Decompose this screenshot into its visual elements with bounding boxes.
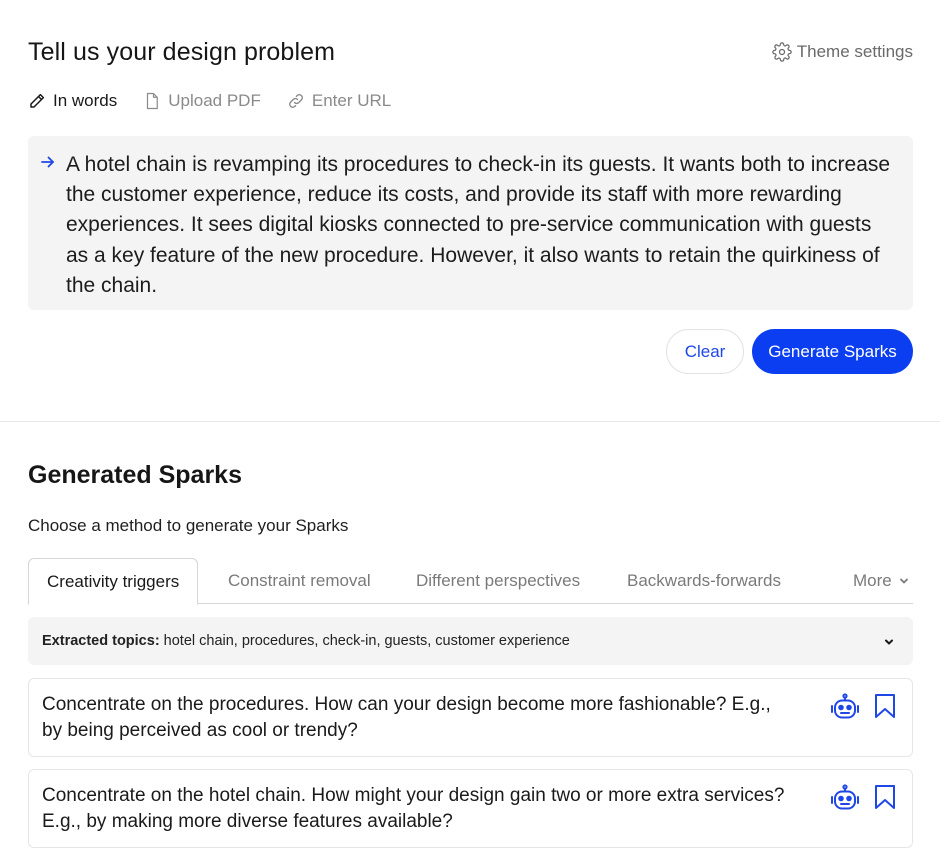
spark-text: Concentrate on the hotel chain. How migh… [42, 785, 785, 832]
topics-value: hotel chain, procedures, check-in, guest… [163, 633, 570, 649]
sparks-subtitle: Choose a method to generate your Sparks [28, 516, 349, 535]
clear-button[interactable]: Clear [666, 329, 744, 374]
extracted-topics-bar[interactable]: Extracted topics: hotel chain, procedure… [28, 617, 913, 665]
tab-label: Constraint removal [228, 571, 371, 590]
problem-text: A hotel chain is revamping its procedure… [66, 153, 891, 297]
sparks-title: Generated Sparks [28, 461, 242, 489]
problem-text-area[interactable]: A hotel chain is revamping its procedure… [28, 136, 913, 310]
gear-icon [772, 42, 792, 62]
pencil-icon [30, 93, 45, 108]
arrow-right-icon [41, 156, 54, 168]
topics-label: Extracted topics: [42, 633, 160, 649]
mode-in-words[interactable]: In words [28, 91, 117, 111]
tab-different-perspectives[interactable]: Different perspectives [416, 558, 580, 604]
mode-label: Upload PDF [168, 91, 261, 110]
document-icon [147, 92, 159, 110]
section-divider [0, 421, 940, 422]
bookmark-icon[interactable] [873, 693, 897, 719]
mode-label: Enter URL [311, 91, 392, 110]
tab-more[interactable]: More [853, 558, 910, 604]
mode-label: In words [53, 91, 118, 110]
mode-enter-url[interactable]: Enter URL [287, 91, 391, 111]
tab-backwards-forwards[interactable]: Backwards-forwards [627, 558, 781, 604]
tab-creativity-triggers[interactable]: Creativity triggers [28, 558, 199, 605]
chevron-down-icon [885, 639, 893, 645]
spark-card: Concentrate on the hotel chain. How migh… [28, 769, 913, 848]
link-icon [288, 94, 303, 108]
input-mode-tabs: In words Upload PDF Enter URL [28, 91, 391, 111]
tab-label: Backwards-forwards [627, 571, 781, 590]
design-problem-section: Tell us your design problem Theme settin… [0, 0, 940, 422]
tab-label: More [853, 571, 892, 590]
mode-upload-pdf[interactable]: Upload PDF [143, 91, 261, 111]
robot-icon[interactable] [830, 693, 860, 721]
robot-icon[interactable] [830, 784, 860, 812]
page-title: Tell us your design problem [28, 38, 336, 66]
tab-constraint-removal[interactable]: Constraint removal [228, 558, 371, 604]
tab-label: Creativity triggers [47, 571, 180, 591]
method-tabs: Creativity triggers Constraint removal D… [28, 558, 913, 605]
spark-card: Concentrate on the procedures. How can y… [28, 678, 913, 757]
theme-settings-button[interactable]: Theme settings [772, 42, 913, 62]
chevron-down-icon [899, 578, 908, 584]
generate-sparks-button[interactable]: Generate Sparks [752, 329, 913, 374]
spark-text: Concentrate on the procedures. How can y… [42, 694, 771, 741]
theme-settings-label: Theme settings [796, 42, 913, 61]
tab-label: Different perspectives [416, 571, 581, 590]
bookmark-icon[interactable] [873, 784, 897, 810]
